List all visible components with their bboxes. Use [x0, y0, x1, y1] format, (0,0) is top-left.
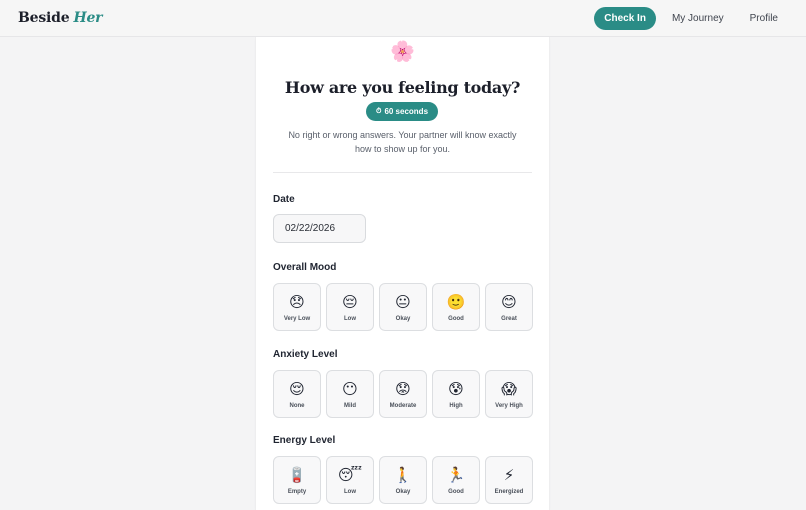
- worried-face-icon: 😟: [395, 381, 411, 398]
- option-label: Okay: [395, 316, 411, 322]
- option-label: Good: [448, 316, 464, 322]
- option-label: Low: [344, 316, 356, 322]
- energy-option-okay[interactable]: 🚶 Okay: [379, 456, 427, 504]
- option-label: Mild: [344, 403, 356, 409]
- energy-option-empty[interactable]: 🪫 Empty: [273, 456, 321, 504]
- nav-profile-link[interactable]: Profile: [740, 7, 788, 30]
- option-label: Great: [501, 316, 517, 322]
- energy-label: Energy Level: [273, 435, 336, 446]
- option-label: Energized: [494, 489, 524, 495]
- check-in-card: 🌸 How are you feeling today? ⏱ 60 second…: [256, 37, 549, 510]
- option-label: Low: [344, 489, 356, 495]
- lightning-icon: ⚡: [503, 467, 515, 484]
- brand-accent: Her: [73, 10, 103, 26]
- option-label: None: [289, 403, 305, 409]
- page-title: How are you feeling today?: [284, 78, 521, 97]
- stopwatch-icon: ⏱: [375, 107, 382, 115]
- very-low-face-icon: 😞: [289, 294, 305, 311]
- low-battery-icon: 🪫: [287, 467, 307, 484]
- mood-option-low[interactable]: 😔 Low: [326, 283, 374, 331]
- date-field[interactable]: [273, 214, 366, 243]
- anxiety-label: Anxiety Level: [273, 349, 338, 360]
- nav-my-journey-link[interactable]: My Journey: [662, 7, 734, 30]
- mood-option-very-low[interactable]: 😞 Very Low: [273, 283, 321, 331]
- mood-option-okay[interactable]: 😐 Okay: [379, 283, 427, 331]
- brand-logo[interactable]: Beside Her: [18, 10, 103, 26]
- energy-option-good[interactable]: 🏃 Good: [432, 456, 480, 504]
- brand-name: Beside: [18, 10, 70, 26]
- anxiety-options: 😌 None 😶 Mild 😟 Moderate 😰 High 😱 Very High: [273, 370, 533, 418]
- running-person-icon: 🏃: [446, 467, 466, 484]
- timer-badge: ⏱ 60 seconds: [366, 102, 438, 121]
- option-label: Okay: [395, 489, 411, 495]
- mood-option-good[interactable]: 🙂 Good: [432, 283, 480, 331]
- sleeping-face-icon: 😴: [337, 467, 363, 484]
- anxiety-option-high[interactable]: 😰 High: [432, 370, 480, 418]
- anxiety-option-moderate[interactable]: 😟 Moderate: [379, 370, 427, 418]
- anxiety-option-very-high[interactable]: 😱 Very High: [485, 370, 533, 418]
- energy-options: 🪫 Empty 😴 Low 🚶 Okay 🏃 Good ⚡ Energized: [273, 456, 533, 504]
- smiling-face-icon: 😊: [501, 294, 517, 311]
- nav-links: Check In My Journey Profile: [594, 6, 788, 30]
- flower-icon: 🌸: [390, 41, 415, 63]
- date-label: Date: [273, 194, 295, 205]
- pensive-face-icon: 😔: [342, 294, 358, 311]
- timer-label: 60 seconds: [384, 107, 429, 116]
- nav-check-in-button[interactable]: Check In: [594, 6, 656, 30]
- option-label: Moderate: [389, 403, 417, 409]
- mood-label: Overall Mood: [273, 262, 337, 273]
- option-label: Very High: [495, 403, 523, 409]
- no-mouth-face-icon: 😶: [342, 381, 358, 398]
- option-label: Empty: [287, 489, 307, 495]
- option-label: Good: [448, 489, 464, 495]
- option-label: Very Low: [283, 316, 311, 322]
- energy-option-low[interactable]: 😴 Low: [326, 456, 374, 504]
- screaming-face-icon: 😱: [501, 381, 517, 398]
- mood-option-great[interactable]: 😊 Great: [485, 283, 533, 331]
- subtitle: No right or wrong answers. Your partner …: [288, 130, 517, 154]
- slight-smile-icon: 🙂: [446, 294, 466, 311]
- anxiety-option-mild[interactable]: 😶 Mild: [326, 370, 374, 418]
- divider: [273, 172, 532, 173]
- anxious-sweat-face-icon: 😰: [448, 381, 464, 398]
- energy-option-energized[interactable]: ⚡ Energized: [485, 456, 533, 504]
- top-navbar: Beside Her Check In My Journey Profile: [0, 0, 806, 37]
- neutral-face-icon: 😐: [395, 294, 411, 311]
- relieved-face-icon: 😌: [289, 381, 305, 398]
- walking-person-icon: 🚶: [393, 467, 413, 484]
- mood-options: 😞 Very Low 😔 Low 😐 Okay 🙂 Good 😊 Great: [273, 283, 533, 331]
- anxiety-option-none[interactable]: 😌 None: [273, 370, 321, 418]
- option-label: High: [449, 403, 463, 409]
